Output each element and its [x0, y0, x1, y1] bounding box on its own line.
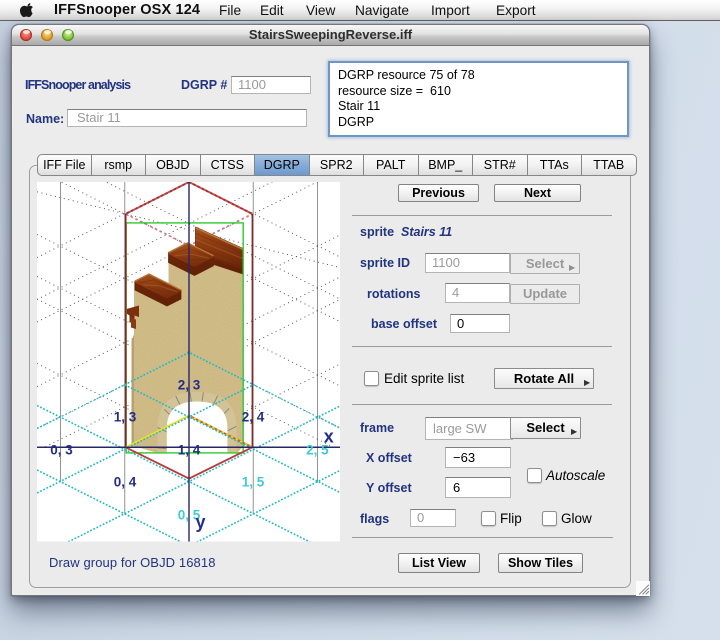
svg-text:0, 4: 0, 4: [114, 475, 137, 490]
svg-text:x: x: [324, 427, 334, 447]
svg-text:2, 4: 2, 4: [242, 410, 265, 425]
svg-text:1, 5: 1, 5: [242, 475, 265, 490]
svg-text:2, 3: 2, 3: [178, 378, 201, 393]
svg-text:1, 4: 1, 4: [178, 443, 201, 458]
svg-text:1, 3: 1, 3: [114, 410, 137, 425]
svg-text:y: y: [195, 512, 205, 532]
svg-text:0, 3: 0, 3: [50, 443, 73, 458]
